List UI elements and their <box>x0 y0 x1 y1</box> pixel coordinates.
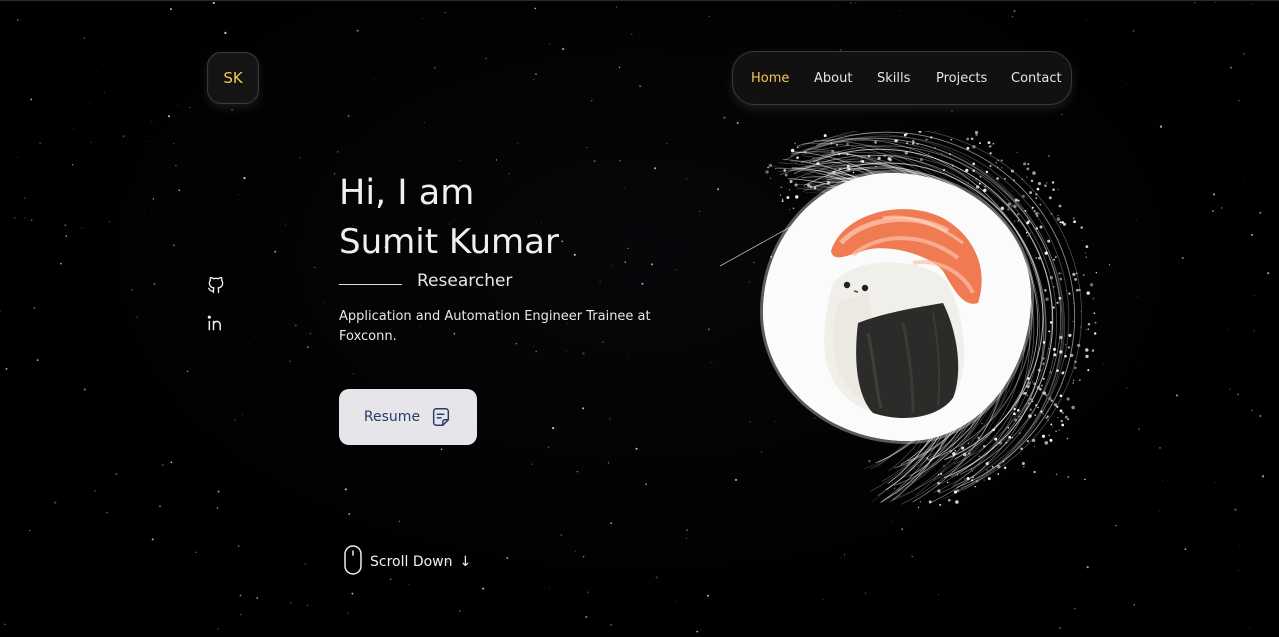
resume-button-label: Resume <box>363 409 421 425</box>
nav-about[interactable]: About <box>814 71 852 86</box>
hero-greeting: Hi, I am <box>339 173 475 213</box>
nav-home[interactable]: Home <box>751 71 789 86</box>
nav-contact[interactable]: Contact <box>1011 71 1062 86</box>
hero-name: Sumit Kumar <box>339 222 559 262</box>
page: SK Home About Skills Projects Contact Hi… <box>0 0 1279 637</box>
github-icon[interactable] <box>206 275 226 295</box>
mouse-icon <box>343 545 363 579</box>
profile-image <box>763 173 1031 441</box>
scroll-down-label: Scroll Down <box>370 554 453 570</box>
logo[interactable]: SK <box>207 52 259 104</box>
nav-skills[interactable]: Skills <box>877 71 910 86</box>
document-icon <box>430 406 452 428</box>
resume-button[interactable]: Resume <box>339 389 477 445</box>
main-nav: Home About Skills Projects Contact <box>732 51 1072 105</box>
logo-text: SK <box>223 69 243 87</box>
linkedin-icon[interactable] <box>206 313 226 333</box>
role-divider <box>339 284 402 285</box>
scroll-down-link[interactable]: Scroll Down ↓ <box>343 545 471 579</box>
hero-description: Application and Automation Engineer Trai… <box>339 309 651 344</box>
arrow-down-icon: ↓ <box>459 554 472 570</box>
nav-projects[interactable]: Projects <box>936 71 987 86</box>
hero-role: Researcher <box>417 271 513 291</box>
